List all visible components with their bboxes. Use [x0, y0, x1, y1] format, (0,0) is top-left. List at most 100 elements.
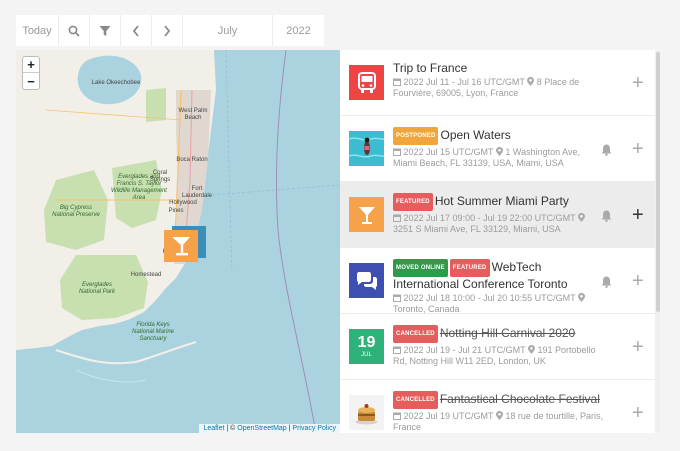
event-when: 2022 Jul 18 10:00 - Jul 20 10:55 UTC/GMT — [403, 293, 576, 303]
event-where: 3251 S Miami Ave, FL 33129, Miami, USA — [393, 224, 561, 234]
prev-month-button[interactable] — [121, 15, 152, 46]
event-item[interactable]: 19 Jul Cancelled Notting Hill Carnival 20… — [340, 314, 655, 380]
event-content: Trip to France 2022 Jul 11 - Jul 16 UTC/… — [393, 61, 603, 99]
cocktail-icon — [164, 226, 206, 262]
event-title[interactable]: Featured Hot Summer Miami Party — [393, 193, 603, 211]
event-title-text[interactable]: Fantastical Chocolate Festival — [440, 392, 600, 406]
reminder-button[interactable] — [601, 209, 612, 227]
location-pin-icon — [527, 77, 535, 86]
location-pin-icon — [495, 411, 503, 420]
event-when: 2022 Jul 19 - Jul 21 UTC/GMT — [403, 345, 526, 355]
map-attribution: Leaflet | © OpenStreetMap | Privacy Poli… — [199, 424, 340, 433]
event-meta: 2022 Jul 11 - Jul 16 UTC/GMT 8 Place de … — [393, 77, 603, 99]
event-thumb — [349, 65, 384, 100]
map-label-ftl: Fort Lauderdale — [181, 186, 213, 199]
event-meta: 2022 Jul 19 UTC/GMT 18 rue de tourtille,… — [393, 411, 603, 433]
search-button[interactable] — [59, 15, 90, 46]
event-meta: 2022 Jul 17 09:00 - Jul 19 22:00 UTC/GMT… — [393, 213, 603, 235]
list-scrollbar-thumb[interactable] — [656, 52, 660, 312]
status-badge-moved-online: Moved Online — [393, 259, 448, 277]
filter-button[interactable] — [90, 15, 121, 46]
event-title-text[interactable]: Trip to France — [393, 61, 467, 75]
calendar-toolbar: Today July 2022 — [16, 15, 324, 46]
chat-icon — [356, 271, 377, 290]
add-to-calendar-button[interactable]: + — [632, 271, 644, 291]
attribution-sep: | © — [224, 425, 238, 432]
event-where: Toronto, Canada — [393, 304, 460, 314]
map-label-everglades-np: Everglades National Park — [78, 282, 116, 295]
event-when: 2022 Jul 15 UTC/GMT — [403, 147, 494, 157]
event-date-month: Jul — [361, 351, 372, 358]
status-badge-featured: Featured — [393, 193, 433, 211]
map-label-big-cypress: Big Cypress National Preserve — [52, 205, 100, 218]
event-meta: 2022 Jul 18 10:00 - Jul 20 10:55 UTC/GMT… — [393, 293, 603, 315]
event-thumb — [349, 131, 384, 166]
location-pin-icon — [495, 147, 503, 156]
event-map-marker[interactable] — [164, 226, 206, 267]
calendar-icon — [393, 148, 401, 156]
event-date-day: 19 — [357, 333, 376, 351]
event-thumb — [349, 263, 384, 298]
add-to-calendar-button[interactable]: + — [632, 403, 644, 423]
event-item[interactable]: Trip to France 2022 Jul 11 - Jul 16 UTC/… — [340, 50, 655, 116]
status-badge-featured: Featured — [449, 259, 490, 277]
event-title[interactable]: Postponed Open Waters — [393, 127, 603, 145]
zoom-out-button[interactable]: − — [23, 73, 39, 89]
bell-icon — [601, 144, 612, 156]
event-meta: 2022 Jul 19 - Jul 21 UTC/GMT 191 Portobe… — [393, 345, 603, 367]
cake-photo-icon — [349, 395, 384, 430]
event-title[interactable]: Cancelled Notting Hill Carnival 2020 — [393, 325, 603, 343]
event-item[interactable]: Moved Online Featured WebTech Internationa… — [340, 248, 655, 314]
reminder-button[interactable] — [601, 143, 612, 161]
event-item[interactable]: Postponed Open Waters 2022 Jul 15 UTC/GMT… — [340, 116, 655, 182]
event-map[interactable]: Lake Okeechobee West Palm Beach Boca Rat… — [16, 50, 340, 433]
search-icon — [68, 25, 80, 37]
add-to-calendar-button[interactable]: + — [632, 139, 644, 159]
event-content: Moved Online Featured WebTech Internationa… — [393, 259, 603, 315]
calendar-icon — [393, 214, 401, 222]
event-item[interactable]: Cancelled Fantastical Chocolate Festival … — [340, 380, 655, 433]
add-to-calendar-button[interactable]: + — [632, 73, 644, 93]
year-selector[interactable]: 2022 — [273, 15, 324, 46]
calendar-icon — [393, 412, 401, 420]
event-title-text[interactable]: Hot Summer Miami Party — [435, 194, 569, 208]
zoom-control: + − — [22, 56, 40, 90]
bell-icon — [601, 276, 612, 288]
event-content: Featured Hot Summer Miami Party 2022 Jul … — [393, 193, 603, 235]
chevron-right-icon — [164, 24, 171, 37]
event-when: 2022 Jul 19 UTC/GMT — [403, 411, 494, 421]
add-to-calendar-button[interactable]: + — [632, 337, 644, 357]
today-button[interactable]: Today — [16, 15, 59, 46]
event-title[interactable]: Cancelled Fantastical Chocolate Festival — [393, 391, 603, 409]
map-label-okeechobee: Lake Okeechobee — [91, 80, 141, 86]
cocktail-icon — [358, 206, 375, 224]
event-list: Trip to France 2022 Jul 11 - Jul 16 UTC/… — [340, 50, 660, 433]
event-title-text[interactable]: Open Waters — [440, 128, 510, 142]
event-thumb — [349, 197, 384, 232]
map-label-hollywood: Hollywood — [169, 200, 197, 206]
map-label-everglades-wma: Everglades and Francis S. Taylor Wildlif… — [111, 174, 167, 201]
reminder-button[interactable] — [601, 275, 612, 293]
calendar-icon — [393, 294, 401, 302]
zoom-in-button[interactable]: + — [23, 57, 39, 73]
bus-icon — [357, 71, 376, 93]
location-pin-icon — [577, 293, 585, 302]
add-to-calendar-button[interactable]: + — [632, 205, 644, 225]
event-meta: 2022 Jul 15 UTC/GMT 1 Washington Ave, Mi… — [393, 147, 603, 169]
chevron-left-icon — [132, 24, 139, 37]
map-label-homestead: Homestead — [130, 272, 162, 278]
status-badge-cancelled: Cancelled — [393, 325, 438, 343]
event-title[interactable]: Moved Online Featured WebTech Internationa… — [393, 259, 603, 291]
event-content: Cancelled Notting Hill Carnival 2020 2022… — [393, 325, 603, 367]
event-item[interactable]: Featured Hot Summer Miami Party 2022 Jul … — [340, 182, 655, 248]
event-title-text[interactable]: Notting Hill Carnival 2020 — [440, 326, 575, 340]
next-month-button[interactable] — [152, 15, 183, 46]
event-when: 2022 Jul 17 09:00 - Jul 19 22:00 UTC/GMT — [403, 213, 576, 223]
event-title[interactable]: Trip to France — [393, 61, 603, 75]
osm-link[interactable]: OpenStreetMap — [237, 425, 286, 432]
leaflet-link[interactable]: Leaflet — [203, 425, 224, 432]
month-selector[interactable]: July — [183, 15, 273, 46]
event-content: Cancelled Fantastical Chocolate Festival … — [393, 391, 603, 433]
privacy-link[interactable]: Privacy Policy — [292, 425, 336, 432]
status-badge-cancelled: Cancelled — [393, 391, 438, 409]
